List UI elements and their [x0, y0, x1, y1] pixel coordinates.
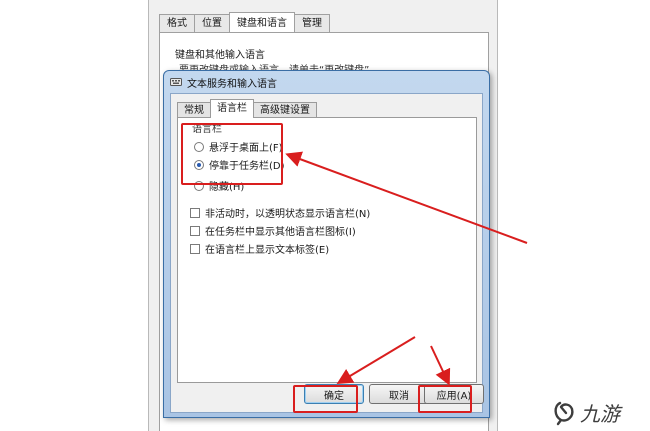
watermark-text: 九游: [580, 402, 620, 426]
arrow-to-radio-options: [285, 151, 528, 244]
jiuyou-logo-icon: [554, 401, 574, 425]
arrow-to-ok-button: [336, 336, 416, 385]
arrow-to-apply-button: [430, 345, 451, 386]
tab-language-bar[interactable]: 语言栏: [210, 99, 254, 118]
jiuyou-watermark: 九游: [552, 398, 620, 427]
annotation-arrows: [285, 151, 528, 386]
